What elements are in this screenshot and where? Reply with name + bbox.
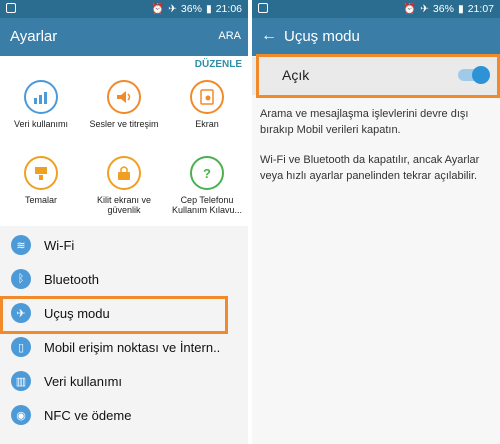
tile-label: Ekran <box>195 119 219 129</box>
battery-percent: 36% <box>432 2 454 15</box>
status-bar: ⏰ ✈ 36% ▮ 21:06 <box>0 0 248 18</box>
display-icon <box>190 80 224 114</box>
list-item-label: Bluetooth <box>44 272 99 287</box>
tile-user-manual[interactable]: ? Cep Telefonu Kullanım Kılavu... <box>166 156 248 216</box>
list-item-label: Mobil erişim noktası ve İntern.. <box>44 340 221 355</box>
tile-label: Cep Telefonu Kullanım Kılavu... <box>171 195 243 216</box>
tile-label: Veri kullanımı <box>13 119 69 129</box>
clock: 21:06 <box>215 2 242 15</box>
gallery-icon <box>6 3 16 13</box>
tile-lock-screen[interactable]: Kilit ekranı ve güvenlik <box>83 156 165 216</box>
clock: 21:07 <box>467 2 494 15</box>
data-usage-icon: ▥ <box>11 371 31 391</box>
alarm-icon: ⏰ <box>151 3 165 15</box>
lock-icon <box>107 156 141 190</box>
list-item-label: Veri kullanımı <box>44 374 123 389</box>
list-item-bluetooth[interactable]: ᛒ Bluetooth <box>0 262 248 296</box>
back-arrow-icon[interactable]: ← <box>261 27 277 45</box>
description-text: Wi-Fi ve Bluetooth da kapatılır, ancak A… <box>260 154 480 182</box>
themes-icon <box>24 156 58 190</box>
list-item-wifi[interactable]: ≋ Wi-Fi <box>0 228 248 262</box>
help-icon: ? <box>190 156 224 190</box>
hotspot-icon: ▯ <box>11 337 31 357</box>
list-item-label: NFC ve ödeme <box>44 408 132 423</box>
battery-percent: 36% <box>180 2 202 15</box>
page-title: Ayarlar <box>10 28 58 45</box>
description-text: Arama ve mesajlaşma işlevlerini devre dı… <box>260 108 469 136</box>
list-item-data-usage[interactable]: ▥ Veri kullanımı <box>0 364 248 398</box>
list-item-hotspot[interactable]: ▯ Mobil erişim noktası ve İntern.. <box>0 330 248 364</box>
quick-settings-grid: Veri kullanımı Sesler ve titreşim Ekran … <box>0 74 248 226</box>
tile-data-usage[interactable]: Veri kullanımı <box>0 80 82 129</box>
list-item-nfc[interactable]: ◉ NFC ve ödeme <box>0 398 248 432</box>
nfc-icon: ◉ <box>11 405 31 425</box>
bluetooth-icon: ᛒ <box>11 269 31 289</box>
settings-panel: ⏰ ✈ 36% ▮ 21:06 Ayarlar ARA DÜZENLE Veri… <box>0 0 248 444</box>
edit-bar: DÜZENLE <box>0 56 248 74</box>
wifi-icon: ≋ <box>11 235 31 255</box>
gallery-icon <box>258 3 268 13</box>
app-bar: Ayarlar ARA <box>0 18 248 56</box>
tile-label: Kilit ekranı ve güvenlik <box>96 195 152 216</box>
sound-icon <box>107 80 141 114</box>
tile-display[interactable]: Ekran <box>166 80 248 129</box>
tile-themes[interactable]: Temalar <box>0 156 82 205</box>
list-item-label: Wi-Fi <box>44 238 75 253</box>
edit-button[interactable]: DÜZENLE <box>195 59 242 70</box>
airplane-icon: ✈ <box>420 2 429 15</box>
airplane-mode-panel: ⏰ ✈ 36% ▮ 21:07 ← Uçuş modu Açık Arama v… <box>252 0 500 444</box>
battery-icon: ▮ <box>205 2 212 15</box>
status-bar: ⏰ ✈ 36% ▮ 21:07 <box>252 0 500 18</box>
search-button[interactable]: ARA <box>218 30 241 42</box>
tile-label: Sesler ve titreşim <box>89 119 159 129</box>
highlight-box <box>0 296 228 334</box>
app-bar: ← Uçuş modu <box>252 18 500 56</box>
highlight-box <box>256 54 500 98</box>
airplane-icon: ✈ <box>168 2 177 15</box>
tile-sounds[interactable]: Sesler ve titreşim <box>83 80 165 129</box>
battery-icon: ▮ <box>457 2 464 15</box>
alarm-icon: ⏰ <box>403 3 417 15</box>
data-usage-icon <box>24 80 58 114</box>
tile-label: Temalar <box>24 195 57 205</box>
page-title: Uçuş modu <box>284 28 360 45</box>
